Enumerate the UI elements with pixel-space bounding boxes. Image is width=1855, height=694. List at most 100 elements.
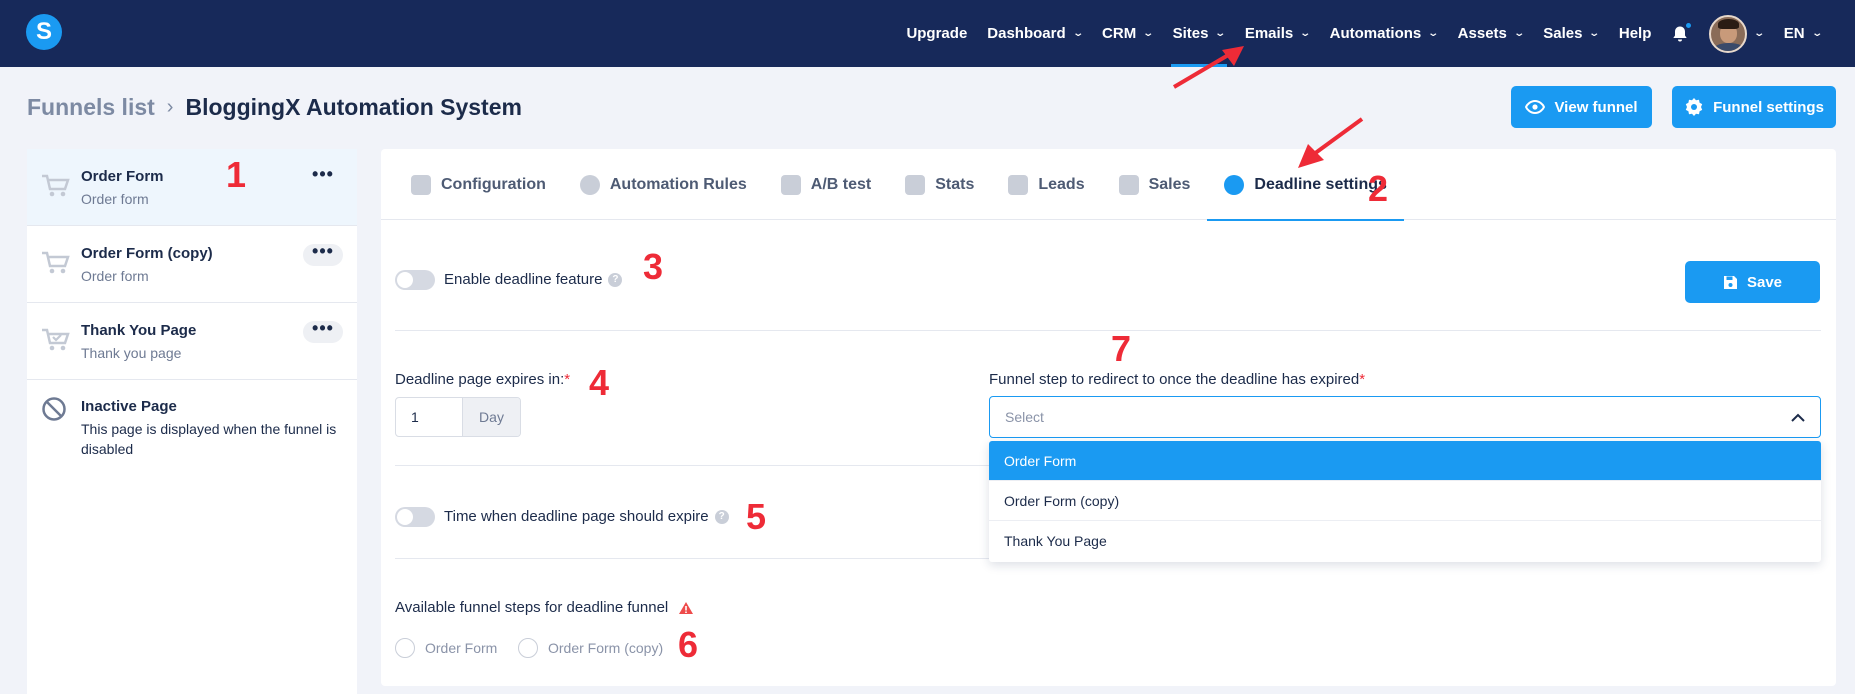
sliders-icon xyxy=(411,174,431,195)
annotation-5: 5 xyxy=(746,496,767,537)
bar-chart-icon xyxy=(905,174,926,195)
breadcrumb-funnels-list[interactable]: Funnels list xyxy=(27,94,155,121)
cart-icon xyxy=(42,251,70,274)
expire-time-toggle[interactable] xyxy=(395,507,435,527)
gear-icon xyxy=(1685,98,1703,116)
annotation-4: 4 xyxy=(589,362,610,403)
sidebar-item-subtitle: This page is displayed when the funnel i… xyxy=(81,421,337,457)
redirect-label: Funnel step to redirect to once the dead… xyxy=(989,371,1360,388)
enable-deadline-toggle[interactable] xyxy=(395,270,435,290)
sidebar-item-order-form[interactable]: Order Form Order form ••• xyxy=(27,149,357,226)
tab-label: A/B test xyxy=(810,175,872,193)
page-title: BloggingX Automation System xyxy=(185,94,522,120)
nav-links: Upgrade Dashboard ⌄ CRM ⌄ Sites ⌄ Emails ⌄ A… xyxy=(896,0,1831,67)
tab-automation-rules[interactable]: Automation Rules xyxy=(579,149,764,220)
radio-order-form-copy[interactable]: Order Form (copy) xyxy=(518,638,663,658)
radio-label: Order Form (copy) xyxy=(548,640,664,656)
tab-ab-test[interactable]: A/B test xyxy=(780,149,888,220)
annotation-7: 7 xyxy=(1111,328,1132,369)
expires-input-group: 1 Day xyxy=(395,397,521,437)
clock-icon xyxy=(1224,174,1245,195)
tab-label: Automation Rules xyxy=(609,175,747,193)
expires-label: Deadline page expires in: xyxy=(395,371,565,388)
nav-label: Emails xyxy=(1244,25,1294,42)
split-icon xyxy=(780,174,801,195)
more-options-button[interactable]: ••• xyxy=(303,165,343,189)
nav-label: Sites xyxy=(1172,25,1209,42)
ban-icon xyxy=(42,397,66,421)
expires-value-input[interactable]: 1 xyxy=(396,398,462,436)
nav-crm[interactable]: CRM ⌄ xyxy=(1092,0,1163,67)
cart-icon xyxy=(42,174,70,197)
tab-leads[interactable]: Leads xyxy=(1008,149,1101,220)
view-funnel-button[interactable]: View funnel xyxy=(1511,86,1652,128)
breadcrumb: Funnels list › BloggingX Automation Syst… xyxy=(27,94,522,121)
nav-label: Assets xyxy=(1457,25,1507,42)
bolt-icon xyxy=(579,174,600,195)
dropdown-option-order-form[interactable]: Order Form xyxy=(989,441,1821,481)
tab-label: Leads xyxy=(1038,175,1085,193)
nav-label: Automations xyxy=(1329,25,1422,42)
sidebar-item-thank-you-page[interactable]: Thank You Page Thank you page ••• xyxy=(27,303,357,380)
nav-help[interactable]: Help xyxy=(1609,0,1662,67)
funnel-settings-label: Funnel settings xyxy=(1713,98,1824,116)
user-menu[interactable]: ⌄ xyxy=(1699,0,1773,67)
redirect-label-row: Funnel step to redirect to once the dead… xyxy=(989,371,1365,388)
radio-label: Order Form xyxy=(425,640,498,656)
sidebar-item-order-form-copy[interactable]: Order Form (copy) Order form ••• xyxy=(27,226,357,303)
dropdown-option-order-form-copy[interactable]: Order Form (copy) xyxy=(989,481,1821,521)
radio-order-form[interactable]: Order Form xyxy=(395,638,497,658)
chevron-down-icon: ⌄ xyxy=(1142,28,1155,39)
tab-configuration[interactable]: Configuration xyxy=(411,149,563,220)
dollar-icon xyxy=(1118,174,1139,195)
nav-label: Sales xyxy=(1543,25,1583,42)
sidebar-item-subtitle: Thank you page xyxy=(81,345,182,361)
annotation-1: 1 xyxy=(226,154,247,195)
tab-label: Configuration xyxy=(441,175,546,193)
main-panel: Configuration Automation Rules A/B test … xyxy=(381,149,1836,686)
dropdown-option-thank-you-page[interactable]: Thank You Page xyxy=(989,521,1821,561)
help-icon[interactable]: ? xyxy=(608,273,623,288)
radio-circle xyxy=(395,638,415,658)
required-marker: * xyxy=(564,371,571,388)
nav-label: Upgrade xyxy=(906,25,968,42)
nav-upgrade[interactable]: Upgrade xyxy=(896,0,977,67)
nav-automations[interactable]: Automations ⌄ xyxy=(1320,0,1448,67)
nav-label: Dashboard xyxy=(987,25,1066,42)
required-marker: * xyxy=(1359,371,1366,388)
available-steps-row: Available funnel steps for deadline funn… xyxy=(395,599,694,616)
chevron-down-icon: ⌄ xyxy=(1071,28,1084,39)
nav-dashboard[interactable]: Dashboard ⌄ xyxy=(977,0,1092,67)
select-placeholder: Select xyxy=(1005,409,1044,425)
funnel-settings-button[interactable]: Funnel settings xyxy=(1672,86,1836,128)
expire-time-label: Time when deadline page should expire xyxy=(444,508,709,525)
tab-sales[interactable]: Sales xyxy=(1118,149,1208,220)
nav-assets[interactable]: Assets ⌄ xyxy=(1448,0,1534,67)
sidebar-item-inactive-page[interactable]: Inactive Page This page is displayed whe… xyxy=(27,380,357,459)
language-label: EN xyxy=(1783,25,1805,42)
annotation-6: 6 xyxy=(678,624,699,665)
redirect-step-select[interactable]: Select xyxy=(989,396,1821,438)
arrow-annotation-sites xyxy=(1172,46,1244,89)
more-options-button[interactable]: ••• xyxy=(303,242,343,266)
logo-icon[interactable]: S xyxy=(26,14,62,50)
chevron-right-icon: › xyxy=(166,96,174,118)
nav-sales[interactable]: Sales ⌄ xyxy=(1533,0,1609,67)
divider xyxy=(395,330,1821,331)
users-icon xyxy=(1008,174,1029,195)
sidebar-item-title: Inactive Page xyxy=(81,398,177,415)
eye-icon xyxy=(1525,100,1546,114)
radio-circle xyxy=(518,638,538,658)
notification-dot xyxy=(1685,21,1693,29)
more-options-button[interactable]: ••• xyxy=(303,319,343,343)
funnel-steps-sidebar: Order Form Order form ••• Order Form (co… xyxy=(27,149,357,694)
language-selector[interactable]: EN ⌄ xyxy=(1774,0,1831,67)
chevron-down-icon: ⌄ xyxy=(1810,28,1823,39)
enable-deadline-label: Enable deadline feature xyxy=(444,271,603,288)
tab-stats[interactable]: Stats xyxy=(905,149,991,220)
help-icon[interactable]: ? xyxy=(714,510,729,525)
save-button[interactable]: Save xyxy=(1685,261,1820,303)
annotation-2: 2 xyxy=(1368,168,1389,209)
arrow-annotation-deadline xyxy=(1298,117,1364,168)
notifications-button[interactable] xyxy=(1661,0,1699,67)
